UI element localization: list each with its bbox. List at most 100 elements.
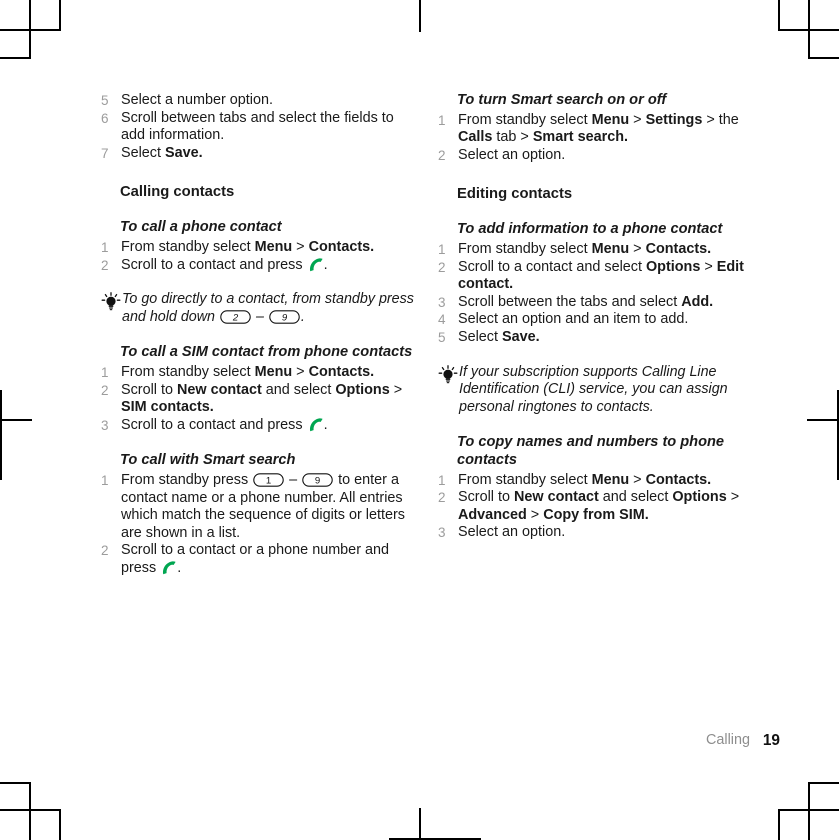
procedure-step: 1 From standby press 1 – 9 to enter a con… bbox=[100, 472, 418, 542]
green-call-handset-icon bbox=[161, 561, 177, 575]
tip-go-directly-to-contact: To go directly to a contact, from standb… bbox=[100, 291, 418, 326]
task-call-phone-contact: To call a phone contact 1 From standby se… bbox=[100, 219, 418, 274]
procedure-step: 1 From standby select Menu > Settings > t… bbox=[437, 112, 755, 147]
step-text: From standby select Menu > Contacts. bbox=[458, 240, 712, 257]
phone-keypad-key-icon: 1 bbox=[253, 473, 284, 487]
step-number: 5 bbox=[438, 329, 446, 345]
procedure-step: 5 Select Save. bbox=[437, 329, 755, 347]
procedure-step: 3 Scroll between the tabs and select Add. bbox=[437, 294, 755, 312]
step-number: 1 bbox=[101, 239, 109, 255]
continued-procedure: 5 Select a number option. 6 Scroll between … bbox=[100, 92, 418, 162]
procedure-step: 4 Select an option and an item to add. bbox=[437, 311, 755, 329]
procedure-step: 2 Select an option. bbox=[437, 147, 755, 165]
task-title: To call a phone contact bbox=[120, 219, 282, 236]
step-number: 2 bbox=[438, 490, 446, 506]
step-text: Scroll between the tabs and select Add. bbox=[458, 293, 714, 310]
step-number: 7 bbox=[101, 145, 109, 161]
section-heading-editing-contacts: Editing contacts bbox=[457, 186, 573, 203]
lightbulb-icon bbox=[437, 364, 459, 384]
procedure-step: 6 Scroll between tabs and select the fiel… bbox=[100, 110, 418, 145]
procedure-step: 2 Scroll to a contact and press . bbox=[100, 257, 418, 275]
phone-keypad-key-icon: 9 bbox=[302, 473, 333, 487]
task-copy-names-and-numbers: To copy names and numbers to phone conta… bbox=[437, 434, 755, 542]
phone-keypad-key-icon: 2 bbox=[220, 310, 251, 324]
procedure-step: 2 Scroll to New contact and select Option… bbox=[100, 382, 418, 417]
procedure-step: 5 Select a number option. bbox=[100, 92, 418, 110]
step-text: Select Save. bbox=[458, 328, 540, 345]
procedure-step: 1 From standby select Menu > Contacts. bbox=[437, 241, 755, 259]
step-text: From standby press 1 – 9 to enter a cont… bbox=[121, 471, 405, 541]
lightbulb-icon bbox=[100, 292, 122, 311]
procedure-step: 1 From standby select Menu > Contacts. bbox=[437, 472, 755, 490]
step-text: Scroll to New contact and select Options… bbox=[458, 489, 740, 523]
procedure: 1 From standby select Menu > Contacts. 2 Sc… bbox=[437, 241, 755, 347]
step-number: 2 bbox=[438, 147, 446, 163]
right-column: To turn Smart search on or off 1 From sta… bbox=[437, 92, 755, 542]
procedure: 1 From standby select Menu > Contacts. 2 Sc… bbox=[437, 472, 755, 542]
step-number: 6 bbox=[101, 110, 109, 126]
task-title: To add information to a phone contact bbox=[457, 221, 723, 238]
step-text: Scroll between tabs and select the field… bbox=[121, 109, 394, 144]
svg-text:1: 1 bbox=[266, 476, 271, 487]
step-number: 2 bbox=[438, 259, 446, 275]
task-title: To call a SIM contact from phone contact… bbox=[120, 344, 413, 361]
procedure: 1 From standby select Menu > Contacts. 2 Sc… bbox=[100, 364, 418, 434]
tip-text: If your subscription supports Calling Li… bbox=[459, 363, 728, 415]
step-number: 2 bbox=[101, 382, 109, 398]
step-number: 1 bbox=[101, 472, 109, 488]
procedure-step: 2 Scroll to New contact and select Option… bbox=[437, 489, 755, 524]
procedure-step: 3 Scroll to a contact and press . bbox=[100, 417, 418, 435]
step-number: 1 bbox=[438, 472, 446, 488]
step-number: 1 bbox=[438, 241, 446, 257]
step-number: 3 bbox=[438, 294, 446, 310]
step-text: From standby select Menu > Contacts. bbox=[458, 471, 712, 488]
tip-text: To go directly to a contact, from standb… bbox=[122, 291, 414, 325]
step-text: Select an option. bbox=[458, 146, 566, 163]
green-call-handset-icon bbox=[308, 418, 324, 432]
procedure: 1 From standby select Menu > Settings > t… bbox=[437, 112, 755, 165]
step-number: 4 bbox=[438, 312, 446, 328]
step-text: Scroll to a contact and press . bbox=[121, 416, 328, 433]
step-text: Select Save. bbox=[121, 144, 203, 161]
step-number: 3 bbox=[101, 417, 109, 433]
step-number: 3 bbox=[438, 525, 446, 541]
step-text: Scroll to a contact and select Options >… bbox=[458, 258, 744, 293]
step-text: From standby select Menu > Settings > th… bbox=[458, 111, 739, 146]
step-text: Scroll to New contact and select Options… bbox=[121, 381, 403, 416]
procedure-step: 1 From standby select Menu > Contacts. bbox=[100, 239, 418, 257]
phone-keypad-key-icon: 9 bbox=[269, 310, 300, 324]
step-number: 1 bbox=[101, 364, 109, 380]
step-number: 5 bbox=[101, 93, 109, 108]
procedure-step: 3 Select an option. bbox=[437, 524, 755, 542]
footer-page-number: 19 bbox=[762, 732, 780, 749]
procedure: 1 From standby press 1 – 9 to enter a con… bbox=[100, 472, 418, 578]
step-text: Select an option and an item to add. bbox=[458, 311, 689, 328]
step-text: Scroll to a contact and press . bbox=[121, 256, 328, 273]
svg-text:9: 9 bbox=[315, 476, 320, 487]
step-number: 1 bbox=[438, 112, 446, 128]
page-footer: Calling 19 bbox=[0, 732, 839, 756]
procedure-step: 1 From standby select Menu > Contacts. bbox=[100, 364, 418, 382]
tip-calling-line-identification: If your subscription supports Calling Li… bbox=[437, 364, 755, 417]
task-call-sim-contact: To call a SIM contact from phone contact… bbox=[100, 344, 418, 434]
task-title: To turn Smart search on or off bbox=[457, 92, 667, 108]
task-title: To copy names and numbers to phone conta… bbox=[457, 434, 725, 468]
left-column: 5 Select a number option. 6 Scroll between … bbox=[100, 92, 418, 577]
step-text: From standby select Menu > Contacts. bbox=[121, 238, 375, 255]
step-text: Select a number option. bbox=[121, 92, 273, 108]
step-text: Select an option. bbox=[458, 524, 566, 541]
svg-text:9: 9 bbox=[282, 312, 288, 323]
footer-chapter-name: Calling bbox=[706, 732, 750, 748]
step-number: 2 bbox=[101, 543, 109, 559]
step-number: 2 bbox=[101, 257, 109, 273]
task-turn-smart-search-on-off: To turn Smart search on or off 1 From sta… bbox=[437, 92, 755, 164]
task-call-with-smart-search: To call with Smart search 1 From standby … bbox=[100, 452, 418, 577]
task-add-information-to-phone-contact: To add information to a phone contact 1F… bbox=[437, 221, 755, 346]
svg-text:2: 2 bbox=[232, 312, 239, 323]
procedure-step: 7 Select Save. bbox=[100, 145, 418, 163]
task-title: To call with Smart search bbox=[120, 452, 296, 469]
step-text: From standby select Menu > Contacts. bbox=[121, 363, 375, 380]
procedure-step: 2 Scroll to a contact and select Options … bbox=[437, 259, 755, 294]
procedure-step: 2 Scroll to a contact or a phone number a… bbox=[100, 542, 418, 577]
manual-page: 5 Select a number option. 6 Scroll between … bbox=[0, 0, 839, 840]
